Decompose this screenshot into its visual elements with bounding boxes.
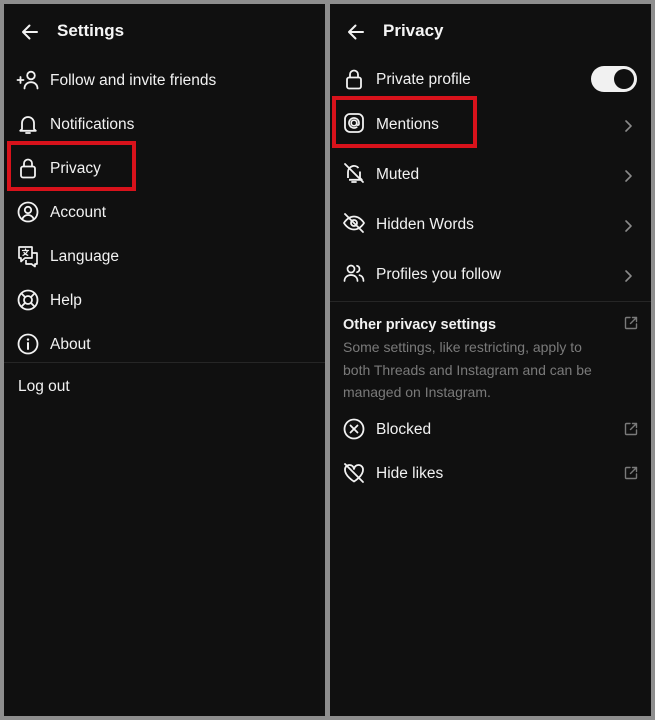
- menu-item-label: Profiles you follow: [376, 266, 501, 283]
- external-link-icon[interactable]: [623, 315, 639, 331]
- menu-item-label: Account: [50, 204, 107, 221]
- menu-item-profiles-you-follow[interactable]: Profiles you follow: [330, 257, 651, 289]
- menu-item-help[interactable]: Help: [4, 285, 325, 315]
- other-privacy-settings-title[interactable]: Other privacy settings: [343, 317, 496, 333]
- menu-item-label: Follow and invite friends: [50, 72, 217, 89]
- divider: [4, 362, 325, 363]
- private-profile-label: Private profile: [376, 71, 471, 88]
- external-link-icon: [624, 422, 638, 436]
- at-sign-icon: [344, 113, 364, 133]
- menu-item-label: Privacy: [50, 160, 101, 177]
- privacy-header: Privacy: [330, 4, 651, 60]
- menu-item-label: Hide likes: [376, 465, 444, 482]
- logout-button[interactable]: Log out: [18, 378, 70, 396]
- menu-item-hidden-words[interactable]: Hidden Words: [330, 207, 651, 239]
- back-arrow-icon[interactable]: [20, 22, 40, 42]
- menu-item-blocked[interactable]: Blocked: [330, 414, 651, 444]
- bell-muted-icon: [344, 163, 364, 183]
- menu-item-label: Notifications: [50, 116, 135, 133]
- blocked-icon: [343, 418, 365, 440]
- lock-icon: [20, 158, 36, 179]
- chevron-right-icon: [625, 120, 632, 132]
- people-icon: [343, 264, 365, 282]
- page-title: Settings: [57, 21, 125, 40]
- menu-item-label: About: [50, 336, 91, 353]
- menu-item-label: Language: [50, 248, 119, 265]
- lifebuoy-icon: [17, 289, 39, 311]
- settings-panel: Settings Follow and invite friends Notif…: [4, 4, 325, 716]
- screenshot-frame: Settings Follow and invite friends Notif…: [0, 0, 655, 720]
- chevron-right-icon: [625, 220, 632, 232]
- menu-item-about[interactable]: About: [4, 329, 325, 359]
- private-profile-row: Private profile: [330, 64, 651, 94]
- menu-item-account[interactable]: Account: [4, 197, 325, 227]
- menu-item-follow-invite[interactable]: Follow and invite friends: [4, 66, 325, 96]
- info-icon: [17, 333, 39, 355]
- menu-item-muted[interactable]: Muted: [330, 157, 651, 189]
- translate-icon: [18, 246, 38, 268]
- privacy-panel: Privacy Private profile Mentions Muted H…: [330, 4, 651, 716]
- lock-icon: [346, 69, 362, 90]
- add-person-icon: [16, 70, 39, 90]
- menu-item-label: Help: [50, 292, 82, 309]
- chevron-right-icon: [625, 170, 632, 182]
- bell-icon: [19, 116, 37, 134]
- menu-item-label: Mentions: [376, 116, 439, 133]
- menu-item-hide-likes[interactable]: Hide likes: [330, 458, 651, 488]
- back-arrow-icon[interactable]: [346, 22, 366, 42]
- toggle-knob: [614, 69, 634, 89]
- settings-header: Settings: [4, 4, 325, 60]
- other-privacy-settings-description: Some settings, like restricting, apply t…: [343, 339, 592, 400]
- heart-off-icon: [344, 463, 364, 483]
- menu-item-label: Hidden Words: [376, 216, 474, 233]
- divider: [330, 301, 651, 302]
- menu-item-notifications[interactable]: Notifications: [4, 109, 325, 139]
- external-link-icon: [624, 466, 638, 480]
- private-profile-toggle[interactable]: [591, 66, 637, 92]
- chevron-right-icon: [625, 270, 632, 282]
- menu-item-mentions[interactable]: Mentions: [330, 107, 651, 139]
- page-title: Privacy: [383, 21, 444, 40]
- menu-item-privacy[interactable]: Privacy: [4, 153, 325, 183]
- account-circle-icon: [17, 201, 39, 223]
- menu-item-language[interactable]: Language: [4, 241, 325, 271]
- menu-item-label: Muted: [376, 166, 420, 183]
- eye-off-icon: [342, 213, 366, 233]
- menu-item-label: Blocked: [376, 421, 432, 438]
